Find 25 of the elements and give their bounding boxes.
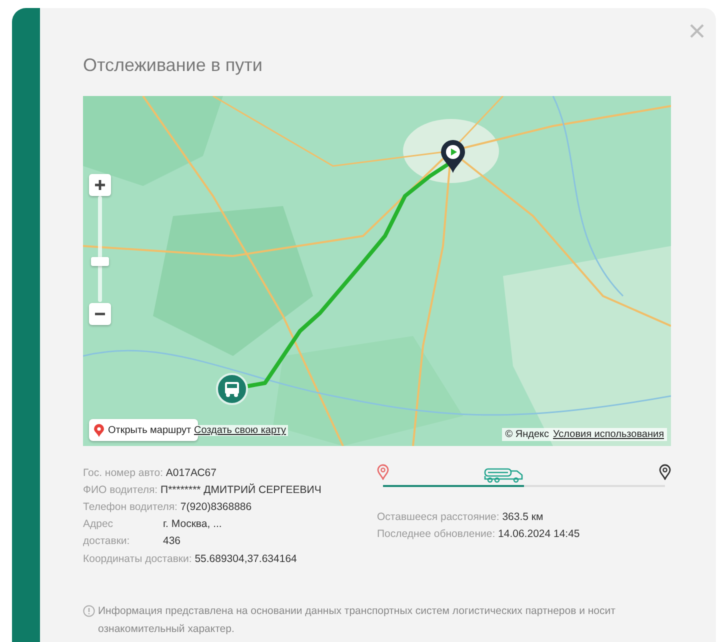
- info-icon: [83, 605, 95, 617]
- detail-line: Координаты доставки: 55.689304,37.634164: [83, 552, 298, 566]
- create-map-link[interactable]: Создать свою карту: [192, 425, 288, 436]
- detail-line: ФИО водителя: П******** ДМИТРИЙ СЕРГЕЕВИЧ: [83, 483, 322, 497]
- start-pin-icon: [377, 464, 389, 480]
- copyright-text: © Яндекс: [505, 429, 549, 440]
- close-icon: [688, 22, 706, 40]
- modal-title: Отслеживание в пути: [83, 54, 264, 77]
- location-pin-icon: [94, 424, 104, 436]
- zoom-out-button[interactable]: [89, 303, 111, 325]
- detail-line: Телефон водителя: 7(920)8368886: [83, 500, 253, 514]
- detail-label: Адрес доставки:: [83, 517, 131, 549]
- mixer-truck-icon: [484, 467, 524, 483]
- end-pin-icon: [659, 464, 671, 480]
- detail-value: г. Москва, ... 436: [163, 517, 222, 549]
- detail-line: Гос. номер авто: А017АС67: [83, 466, 218, 480]
- truck-marker-icon: [216, 373, 248, 405]
- status-line: Последнее обновление: 14.06.2024 14:45: [377, 527, 581, 541]
- terms-link[interactable]: Условия использования: [553, 429, 664, 440]
- status-line: Оставшееся расстояние: 363.5 км: [377, 510, 544, 524]
- disclaimer-text: Информация представлена на основании данных транспортных систем логистических партнеров и носит ознакомительный характер.: [98, 604, 616, 637]
- location-pin-icon: [440, 140, 466, 174]
- plus-icon: [94, 179, 106, 191]
- zoom-in-button[interactable]: [89, 174, 111, 196]
- zoom-slider-thumb[interactable]: [91, 256, 109, 266]
